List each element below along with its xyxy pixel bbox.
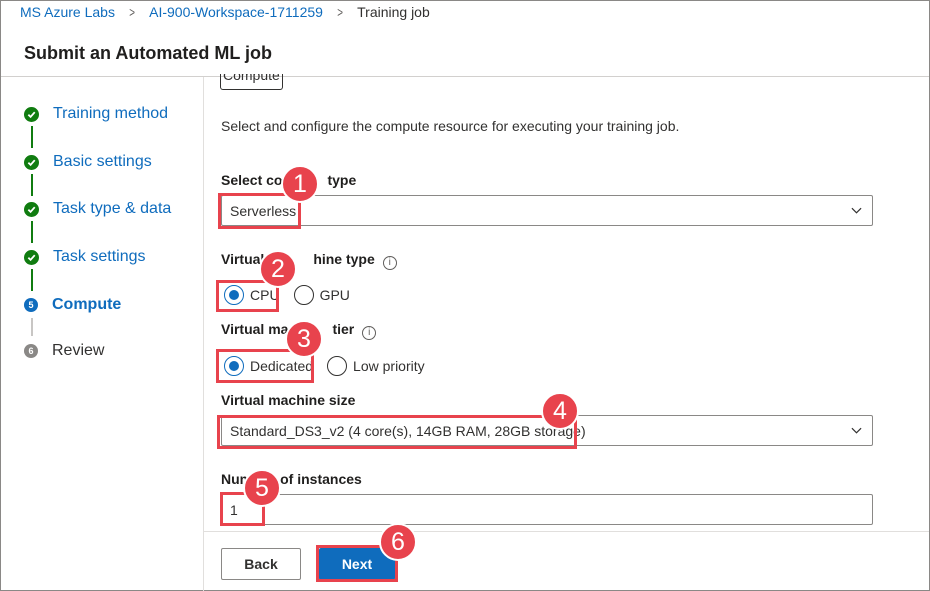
back-button[interactable]: Back bbox=[221, 548, 301, 580]
callout-1: 1 bbox=[281, 165, 319, 203]
step-label: Compute bbox=[52, 296, 122, 313]
checkmark-icon bbox=[24, 249, 39, 265]
radio-label: CPU bbox=[250, 287, 280, 303]
radio-label: GPU bbox=[319, 287, 350, 303]
vm-tier-radio-group: Dedicated Low priority bbox=[221, 356, 431, 376]
step-connector bbox=[31, 221, 33, 243]
radio-button[interactable] bbox=[327, 356, 348, 376]
section-title: Compute bbox=[220, 74, 283, 90]
vm-type-radio-group: CPU GPU bbox=[221, 285, 356, 305]
step-label: Basic settings bbox=[53, 153, 152, 170]
label-text: tier bbox=[332, 321, 355, 337]
radio-label: Low priority bbox=[353, 358, 425, 374]
radio-cpu[interactable]: CPU bbox=[224, 285, 280, 305]
chevron-down-icon bbox=[851, 207, 862, 214]
callout-4: 4 bbox=[541, 392, 579, 430]
radio-gpu[interactable]: GPU bbox=[293, 285, 350, 305]
step-number-icon: 5 bbox=[24, 298, 38, 312]
step-training-method[interactable]: Training method bbox=[24, 100, 168, 128]
step-connector bbox=[31, 318, 33, 336]
step-label: Review bbox=[52, 342, 105, 359]
step-label: Task type & data bbox=[53, 200, 172, 217]
step-connector bbox=[31, 269, 33, 291]
radio-low-priority[interactable]: Low priority bbox=[327, 356, 425, 376]
vm-type-label: Virtual hine type i bbox=[221, 251, 397, 270]
chevron-down-icon bbox=[851, 427, 862, 434]
radio-button[interactable] bbox=[224, 356, 244, 376]
step-connector bbox=[31, 174, 33, 196]
breadcrumb-separator: > bbox=[129, 4, 135, 20]
callout-2: 2 bbox=[259, 250, 297, 288]
breadcrumb-separator: > bbox=[337, 4, 343, 20]
dropdown-value: Standard_DS3_v2 (4 core(s), 14GB RAM, 28… bbox=[230, 422, 586, 439]
sidebar-divider bbox=[203, 77, 204, 591]
input-value: 1 bbox=[230, 501, 238, 518]
step-task-settings[interactable]: Task settings bbox=[24, 243, 145, 271]
label-text: of instances bbox=[280, 471, 362, 487]
info-icon[interactable]: i bbox=[382, 255, 397, 270]
radio-label: Dedicated bbox=[250, 358, 314, 374]
footer-divider bbox=[204, 531, 929, 532]
compute-type-dropdown[interactable]: Serverless bbox=[221, 195, 873, 226]
instances-label: Num of instances bbox=[221, 471, 362, 487]
radio-button[interactable] bbox=[224, 285, 244, 305]
label-text: type bbox=[327, 172, 357, 188]
step-connector bbox=[31, 126, 33, 148]
checkmark-icon bbox=[24, 154, 39, 170]
step-task-type-data[interactable]: Task type & data bbox=[24, 195, 171, 223]
callout-5: 5 bbox=[243, 469, 281, 507]
vm-size-label: Virtual machine size bbox=[221, 392, 356, 408]
label-text: Virtual bbox=[221, 251, 265, 267]
step-basic-settings[interactable]: Basic settings bbox=[24, 148, 152, 176]
callout-3: 3 bbox=[285, 320, 323, 358]
page-title: Submit an Automated ML job bbox=[24, 43, 272, 63]
breadcrumb: MS Azure Labs > AI-900-Workspace-1711259… bbox=[20, 3, 430, 21]
header-divider bbox=[1, 76, 929, 77]
label-text: Virtual ma bbox=[221, 321, 289, 337]
instances-input[interactable]: 1 bbox=[221, 494, 873, 525]
radio-dedicated[interactable]: Dedicated bbox=[224, 356, 313, 376]
checkmark-icon bbox=[24, 201, 39, 217]
callout-6: 6 bbox=[379, 523, 417, 561]
step-label: Task settings bbox=[53, 248, 146, 265]
section-description: Select and configure the compute resourc… bbox=[221, 118, 680, 134]
radio-button[interactable] bbox=[293, 285, 314, 305]
breadcrumb-current: Training job bbox=[357, 4, 430, 20]
label-text: Select co bbox=[221, 172, 283, 188]
checkmark-icon bbox=[24, 106, 39, 122]
step-review[interactable]: 6 Review bbox=[24, 337, 104, 365]
breadcrumb-workspace-root[interactable]: MS Azure Labs bbox=[20, 4, 115, 20]
step-compute[interactable]: 5 Compute bbox=[24, 291, 121, 319]
step-number-icon: 6 bbox=[24, 344, 38, 358]
breadcrumb-workspace[interactable]: AI-900-Workspace-1711259 bbox=[149, 4, 323, 20]
step-label: Training method bbox=[53, 105, 169, 122]
dropdown-value: Serverless bbox=[230, 202, 297, 219]
info-icon[interactable]: i bbox=[362, 325, 377, 340]
label-text: hine type bbox=[313, 251, 375, 267]
